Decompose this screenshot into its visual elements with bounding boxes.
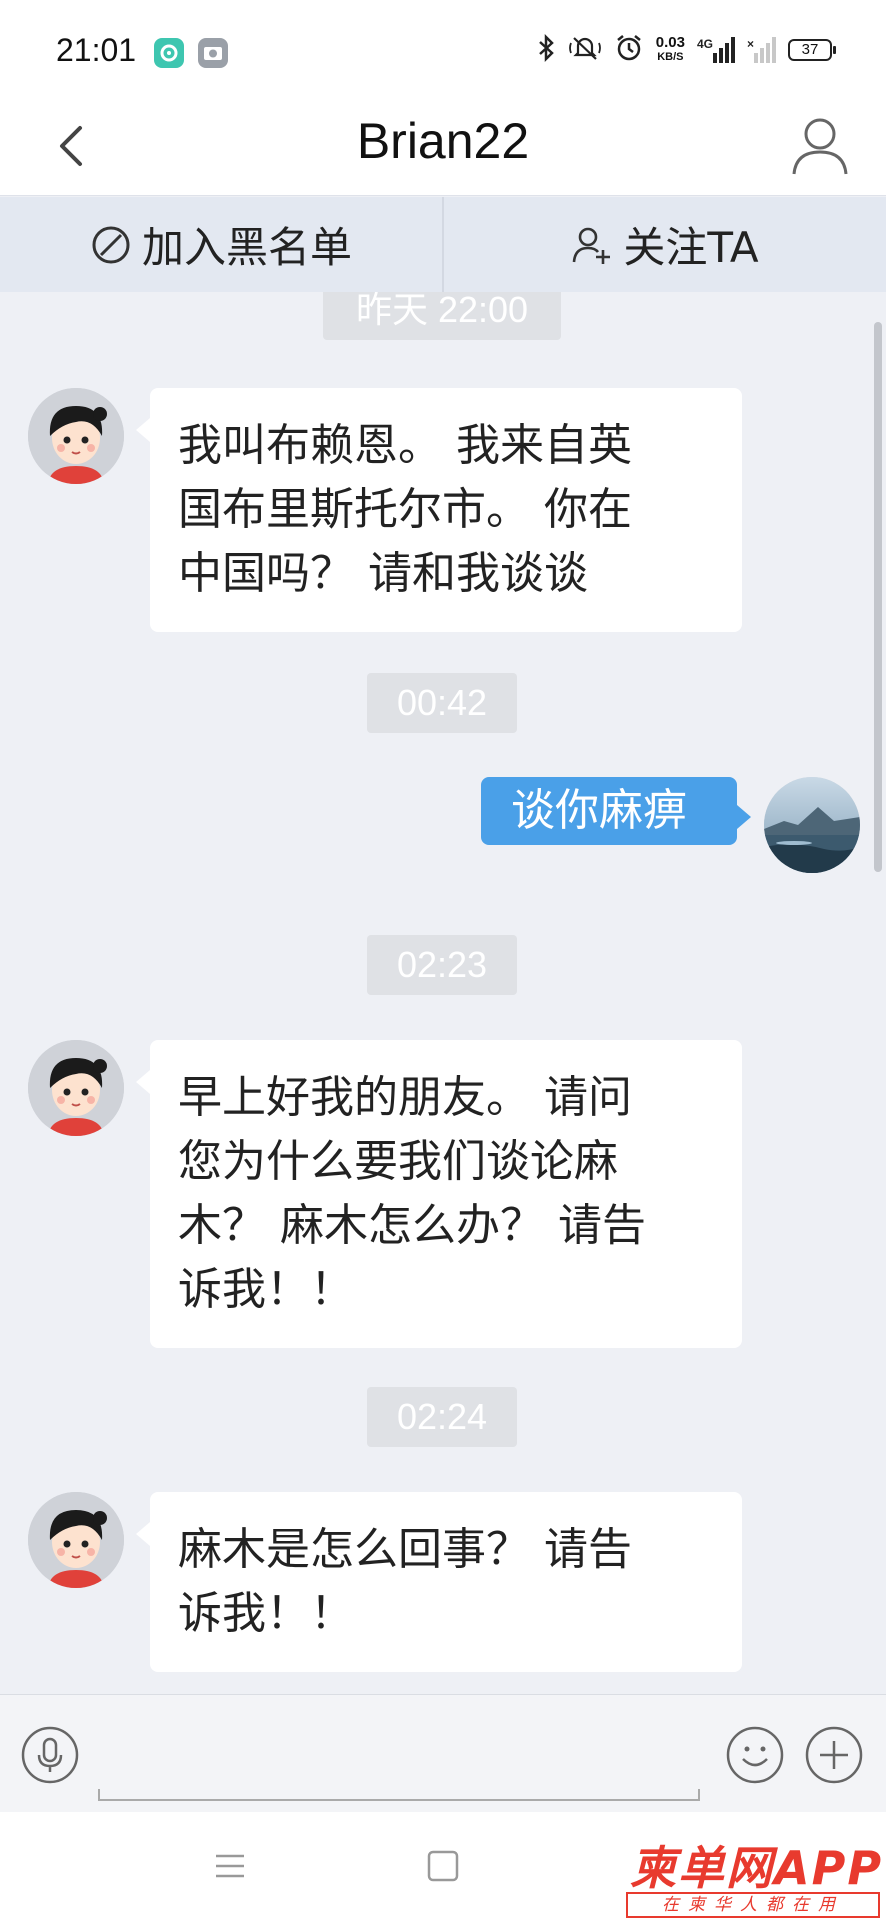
input-bar: [0, 1694, 886, 1812]
profile-button[interactable]: [782, 108, 858, 184]
timestamp: 02:23: [367, 935, 517, 995]
message-line: 您为什么要我们谈论麻: [178, 1136, 618, 1187]
app-notify-icon: [154, 38, 184, 68]
message-line: 早上好我的朋友。 请问: [178, 1072, 632, 1123]
status-time: 21:01: [56, 32, 137, 68]
contact-avatar[interactable]: [28, 1492, 124, 1588]
home-button[interactable]: [413, 1836, 473, 1896]
mute-icon: [568, 33, 602, 67]
contact-avatar[interactable]: [28, 1040, 124, 1136]
message-line: 诉我！！: [178, 1264, 354, 1315]
block-button[interactable]: 加入黑名单: [0, 197, 442, 292]
message-line: 麻木是怎么回事？ 请告: [178, 1524, 632, 1575]
contact-avatar[interactable]: [28, 388, 124, 484]
title-bar: Brian22: [0, 96, 886, 196]
watermark-main: 柬单网APP: [630, 1841, 884, 1895]
message-line: 国布里斯托尔市。 你在: [178, 484, 632, 535]
alarm-icon: [614, 33, 644, 67]
status-bar: 21:01 0.03 KB/S 4G × 37: [0, 0, 886, 96]
timestamp: 昨天 22:00: [323, 292, 561, 340]
message-bubble-incoming[interactable]: 早上好我的朋友。 请问 您为什么要我们谈论麻 木？ 麻木怎么办？ 请告 诉我！！: [136, 1040, 742, 1348]
message-line: 木？ 麻木怎么办？ 请告: [178, 1200, 646, 1251]
network-type: 4G: [696, 37, 713, 51]
camera-icon: [198, 38, 228, 68]
follow-label: 关注TA: [623, 223, 759, 272]
signal-icon: 4G: [697, 37, 735, 63]
action-bar: 加入黑名单 关注TA: [0, 197, 886, 292]
message-line: 我叫布赖恩。 我来自英: [178, 420, 632, 471]
net-speed: 0.03 KB/S: [656, 35, 685, 65]
bluetooth-icon: [536, 33, 556, 67]
menu-button[interactable]: [200, 1836, 260, 1896]
emoji-icon: [726, 1726, 784, 1784]
message-bubble-incoming[interactable]: 麻木是怎么回事？ 请告 诉我！！: [136, 1492, 742, 1672]
message-bubble-outgoing[interactable]: 谈你麻痹: [481, 777, 751, 845]
home-icon: [427, 1850, 459, 1882]
timestamp: 00:42: [367, 673, 517, 733]
follow-button[interactable]: 关注TA: [442, 197, 886, 292]
user-profile-icon: [792, 118, 848, 175]
follow-user-icon: [573, 227, 611, 264]
my-avatar[interactable]: [764, 777, 860, 873]
message-input[interactable]: [98, 1789, 700, 1801]
watermark-logo: 柬单网APP 在柬华人都在用: [626, 1832, 884, 1920]
page-title: Brian22: [356, 113, 530, 169]
message-line: 诉我！！: [178, 1588, 354, 1639]
scrollbar[interactable]: [874, 322, 882, 872]
block-label: 加入黑名单: [141, 223, 352, 272]
net-speed-value: 0.03: [655, 34, 685, 51]
voice-button[interactable]: [20, 1725, 80, 1785]
timestamp: 02:24: [367, 1387, 517, 1447]
status-right-group: 0.03 KB/S 4G × 37: [536, 30, 836, 70]
watermark-sub: 在柬华人都在用: [626, 1892, 880, 1918]
message-bubble-incoming[interactable]: 我叫布赖恩。 我来自英 国布里斯托尔市。 你在 中国吗？ 请和我谈谈: [136, 388, 742, 632]
block-icon: [92, 226, 130, 263]
menu-icon: [216, 1854, 244, 1878]
battery-icon: 37: [788, 39, 836, 61]
message-line: 中国吗？ 请和我谈谈: [178, 548, 588, 599]
no-signal-icon: ×: [747, 37, 776, 63]
system-nav-bar: 柬单网APP 在柬华人都在用: [0, 1812, 886, 1920]
emoji-button[interactable]: [725, 1725, 785, 1785]
plus-icon: [805, 1726, 863, 1784]
more-button[interactable]: [804, 1725, 864, 1785]
chat-area[interactable]: 昨天 22:00 我叫布赖恩。 我来自英 国布里斯托尔市。 你在 中国吗？ 请和…: [0, 292, 886, 1694]
microphone-icon: [21, 1726, 79, 1784]
message-line: 谈你麻痹: [511, 785, 687, 836]
net-speed-unit: KB/S: [657, 51, 684, 63]
